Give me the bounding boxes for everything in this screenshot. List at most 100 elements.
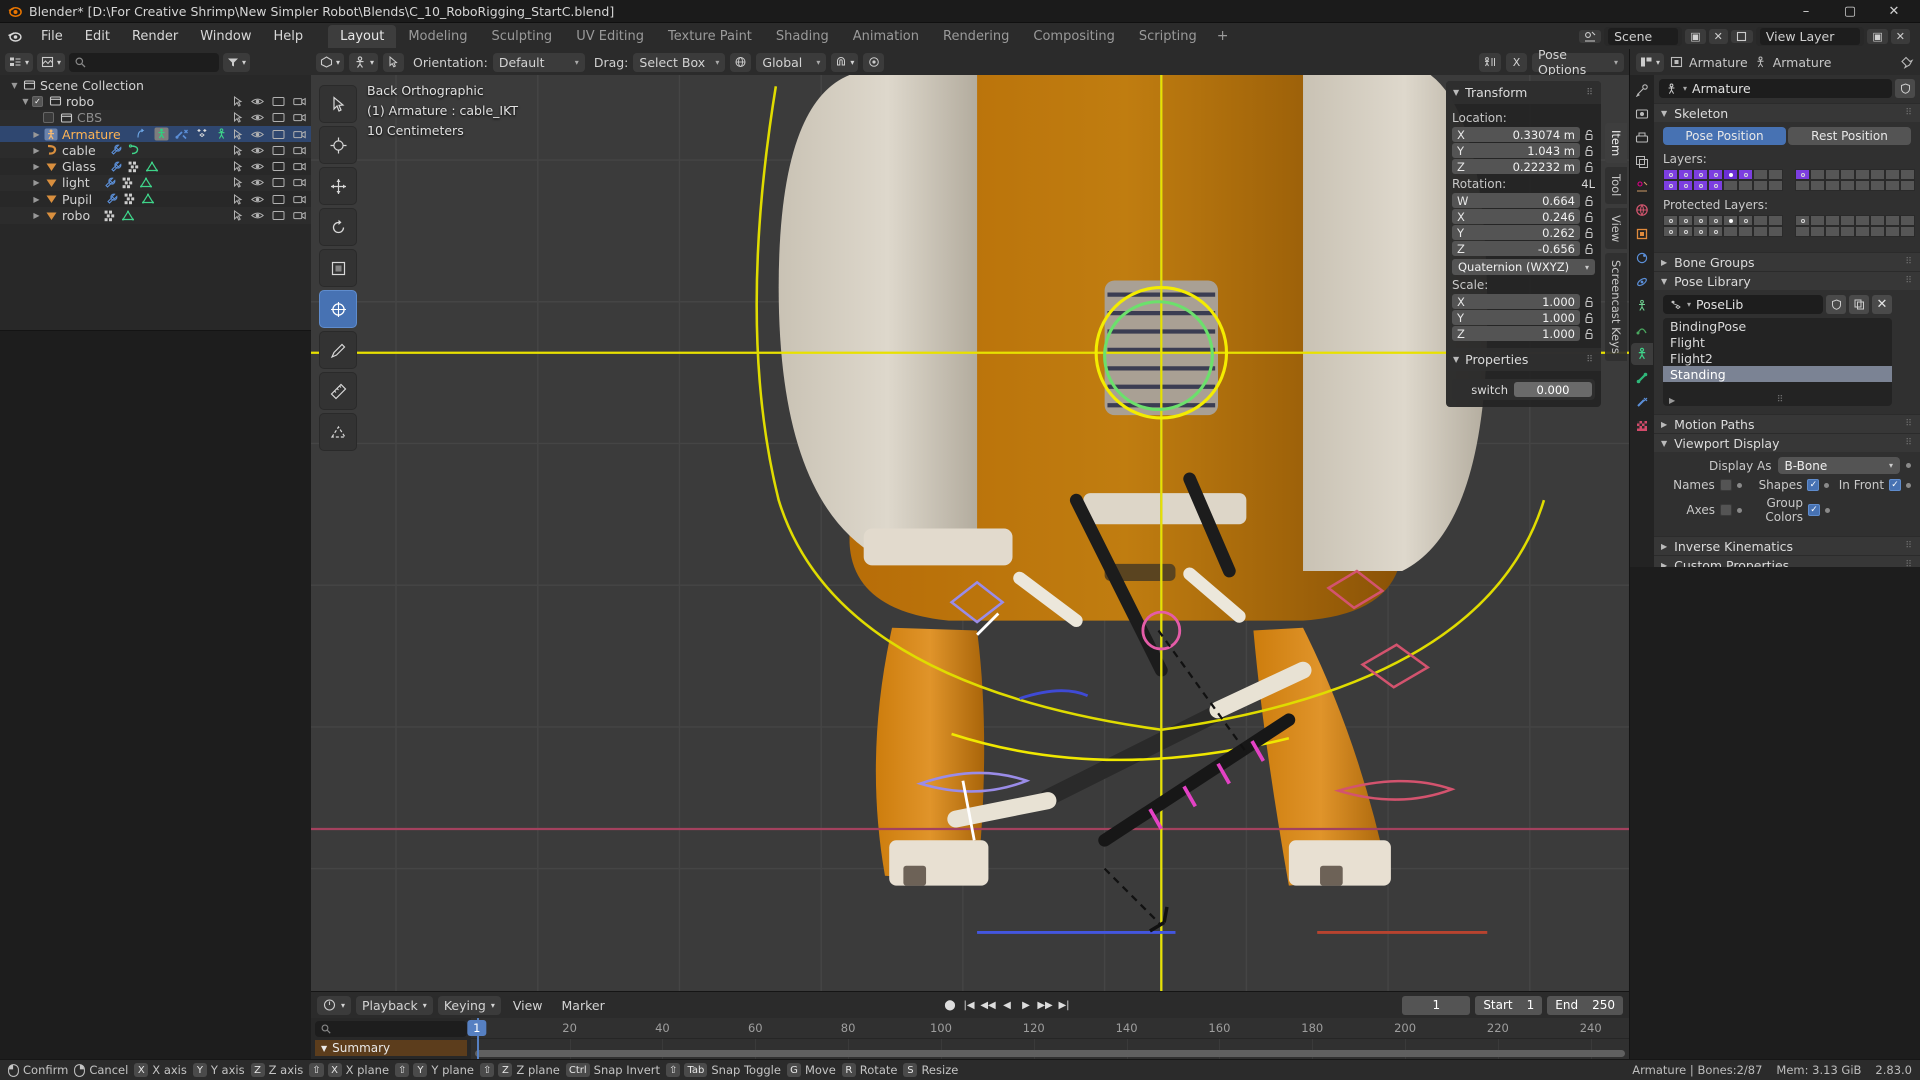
layers-right-group[interactable] [1795,169,1915,191]
disable-in-render-icon[interactable] [293,129,306,140]
poselib-duplicate-button[interactable] [1849,295,1869,314]
protected-layer-r-6[interactable] [1885,215,1900,226]
pose-options-dropdown[interactable]: Pose Options ▾ [1532,47,1624,77]
drag-dropdown[interactable]: Select Box ▾ [633,52,726,72]
delete-scene-button[interactable]: ✕ [1708,28,1728,44]
armature-layer-r-3[interactable] [1840,169,1855,180]
motion-paths-panel-header[interactable]: ▶ Motion Paths ⠿ [1654,414,1920,433]
rest-position-button[interactable]: Rest Position [1788,127,1911,145]
custom-prop-switch-row[interactable]: switch 0.000 [1452,379,1595,400]
pose-icon[interactable] [154,127,169,141]
timeline-ruler[interactable]: 120406080100120140160180200220240 [471,1018,1629,1039]
armature-layer-r-5[interactable] [1870,169,1885,180]
armature-layer-r-7[interactable] [1900,169,1915,180]
expand-arrow[interactable]: ▶ [30,211,43,220]
menu-render[interactable]: Render [121,26,189,47]
next-keyframe-button[interactable]: ▶▶ [1037,996,1054,1015]
protected-layer-12[interactable] [1723,226,1738,237]
protected-layer-9[interactable] [1678,226,1693,237]
scene-tab[interactable] [1631,175,1653,197]
filter-arrow-icon[interactable] [232,161,243,172]
pin-id-button[interactable] [1901,56,1914,69]
disable-in-viewport-icon[interactable] [272,96,285,107]
expand-arrow[interactable]: ▶ [30,162,43,171]
protected-layer-r-0[interactable] [1795,215,1810,226]
data-tab[interactable] [1631,343,1653,365]
armature-layer-14[interactable] [1753,180,1768,191]
scene-selector[interactable]: Scene [1604,26,1683,46]
armature-layer-r-15[interactable] [1900,180,1915,191]
add-primitive-tool[interactable] [319,413,357,451]
outliner-row-pupil[interactable]: ▶ Pupil [0,191,311,207]
collection-checkbox[interactable] [43,112,54,124]
armature-layer-5[interactable] [1738,169,1753,180]
transform-panel-header[interactable]: ▼ Transform ⠿ [1446,81,1601,104]
constraint-tab[interactable] [1631,319,1653,341]
mesh-data-icon[interactable] [139,177,152,189]
outliner-row-armature[interactable]: ▶ Armature [0,125,311,143]
add-workspace-button[interactable]: + [1209,25,1237,47]
tab-scripting[interactable]: Scripting [1127,25,1209,48]
animate-property-dot[interactable] [1737,507,1742,513]
armature-layer-3[interactable] [1708,169,1723,180]
field-y[interactable]: Y 1.000 [1452,310,1580,325]
field-y[interactable]: Y 0.262 [1452,225,1580,240]
pose-position-button[interactable]: Pose Position [1663,127,1786,145]
ntab-tool[interactable]: Tool [1605,167,1627,204]
modifier-tab[interactable] [1631,247,1653,269]
protected-layer-1[interactable] [1678,215,1693,226]
rotate-tool[interactable] [319,208,357,246]
scene-name[interactable]: Scene [1608,27,1679,45]
field-z[interactable]: Z 1.000 [1452,326,1580,341]
armature-layer-r-2[interactable] [1825,169,1840,180]
pose-item[interactable]: Flight2 [1663,350,1892,366]
mesh-data-icon[interactable] [122,209,135,222]
maximize-button[interactable]: ▢ [1828,0,1872,22]
viewlayer-selector[interactable]: View Layer [1755,26,1865,46]
protected-layer-r-4[interactable] [1855,215,1870,226]
armature-layer-r-13[interactable] [1870,180,1885,191]
timeline-horizontal-scrollbar[interactable] [475,1050,1625,1057]
filter-arrow-icon[interactable] [232,144,243,156]
3d-viewport[interactable]: Rot: 40.86 Back Orthographic (1) Armatur… [311,75,1629,991]
field-x[interactable]: X 0.33074 m [1452,127,1580,142]
tab-layout[interactable]: Layout [328,24,397,48]
armature-layer-0[interactable] [1663,169,1678,180]
pose-item[interactable]: Flight [1663,334,1892,350]
field-w[interactable]: W 0.664 [1452,193,1580,208]
hide-in-viewport-icon[interactable] [251,112,264,123]
pose-item[interactable]: BindingPose [1663,318,1892,334]
field-x[interactable]: X 1.000 [1452,294,1580,309]
disable-in-viewport-icon[interactable] [272,210,285,221]
outliner-row-robo[interactable]: ▶ robo [0,207,311,224]
keying-dropdown[interactable]: Keying ▾ [437,995,501,1015]
disable-in-viewport-icon[interactable] [272,177,285,188]
breadcrumb-data-name[interactable]: Armature [1773,55,1832,70]
armature-layer-6[interactable] [1753,169,1768,180]
lock-icon[interactable] [1584,145,1595,157]
armature-layer-r-11[interactable] [1840,180,1855,191]
protected-layer-r-8[interactable] [1795,226,1810,237]
animate-property-dot[interactable] [1824,482,1830,488]
disable-in-render-icon[interactable] [293,194,306,205]
filter-arrow-icon[interactable] [232,112,243,123]
scale-tool[interactable] [319,249,357,287]
clear-pose-button[interactable]: X [1506,52,1527,72]
armature-layer-8[interactable] [1663,180,1678,191]
poselib-fake-user-button[interactable] [1826,295,1846,314]
viewlayer-tab[interactable] [1631,151,1653,173]
expand-arrow[interactable]: ▼ [8,81,21,90]
protected-layer-r-3[interactable] [1840,215,1855,226]
protected-layer-14[interactable] [1753,226,1768,237]
physics-tab[interactable] [1631,295,1653,317]
tab-modeling[interactable]: Modeling [396,25,479,48]
protected-layer-0[interactable] [1663,215,1678,226]
summary-channel[interactable]: ▼ Summary [315,1040,467,1056]
protected-layer-r-13[interactable] [1870,226,1885,237]
menu-edit[interactable]: Edit [74,26,121,47]
tab-sculpting[interactable]: Sculpting [479,25,564,48]
timeline-search-input[interactable] [315,1021,467,1037]
switch-value[interactable]: 0.000 [1514,382,1592,397]
filter-arrow-icon[interactable] [232,95,243,107]
anim-icon[interactable] [135,128,148,140]
